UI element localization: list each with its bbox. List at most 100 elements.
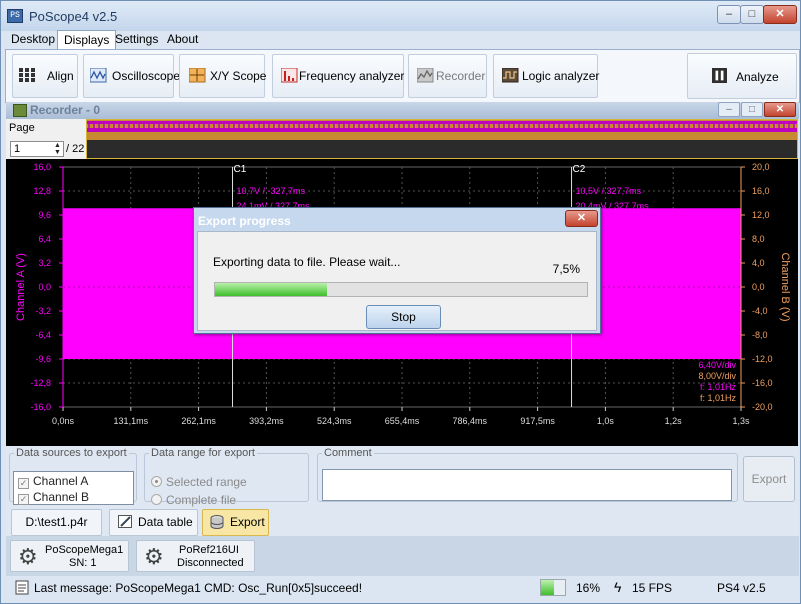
selected-range-radio[interactable]: Selected range [151, 475, 247, 491]
status-bar: Last message: PoScopeMega1 CMD: Osc_Run[… [6, 576, 799, 600]
recorder-minimize-button[interactable]: – [718, 102, 740, 117]
message-log-icon [15, 580, 29, 595]
recorder-restore-button[interactable]: □ [741, 102, 763, 117]
y-axis-title-left: Channel A (V) [15, 253, 27, 321]
frequency-analyzer-icon [281, 68, 298, 83]
status-result: succeed! [314, 581, 363, 595]
x-tick-label: 917,5ms [520, 416, 555, 426]
x-tick-label: 1,2s [665, 416, 683, 426]
x-tick-label: 131,1ms [114, 416, 149, 426]
cpu-meter [540, 579, 566, 596]
complete-file-label: Complete file [166, 493, 237, 507]
logic-analyzer-icon [502, 68, 519, 83]
radio-icon [151, 494, 162, 505]
xy-scope-label: X/Y Scope [210, 69, 267, 83]
dialog-message: Exporting data to file. Please wait... [213, 255, 401, 269]
comment-title: Comment [324, 447, 372, 459]
export-tab-label: Export [230, 515, 265, 529]
checkmark-icon: ✓ [18, 494, 29, 505]
x-tick-label: 1,0s [597, 416, 615, 426]
y-tick-label-left: 9,6 [38, 210, 51, 220]
y-tick-label-right: -8,0 [752, 330, 768, 340]
align-button[interactable]: Align [12, 54, 78, 98]
cursor-readout-a: 10,7V / -327,7ms [237, 186, 306, 196]
oscilloscope-button[interactable]: Oscilloscope [83, 54, 180, 98]
recorder-button[interactable]: Recorder [408, 54, 487, 98]
comment-input[interactable] [322, 469, 732, 501]
close-button[interactable]: ✕ [763, 5, 797, 24]
oscilloscope-label: Oscilloscope [112, 69, 181, 83]
export-data-button[interactable]: Export [743, 456, 795, 502]
y-tick-label-left: 0,0 [38, 282, 51, 292]
data-sources-title: Data sources to export [16, 447, 127, 459]
recorder-title-bar[interactable]: Recorder - 0 – □ ✕ [6, 102, 799, 119]
stop-button[interactable]: Stop [366, 305, 441, 329]
device-name: PoScopeMega1 [45, 544, 124, 556]
record-overview-strip[interactable] [86, 119, 798, 159]
data-sources-group: Data sources to export ✓ Channel A ✓ Chann… [9, 447, 137, 505]
oscilloscope-icon [90, 68, 107, 83]
x-tick-label: 786,4ms [453, 416, 488, 426]
data-range-title: Data range for export [151, 447, 255, 459]
pause-icon [712, 68, 727, 83]
frequency-analyzer-label: Frequency analyzer [299, 69, 405, 83]
x-tick-label: 393,2ms [249, 416, 284, 426]
y-tick-label-right: 4,0 [752, 258, 765, 268]
page-spinner-arrows-icon[interactable]: ▲ ▼ [52, 142, 63, 156]
gear-icon: ⚙ [144, 544, 164, 569]
logic-analyzer-button[interactable]: Logic analyzer [493, 54, 599, 98]
y-tick-label-right: 20,0 [752, 162, 770, 172]
complete-file-radio[interactable]: Complete file [151, 493, 236, 509]
data-sources-list: ✓ Channel A ✓ Channel B [13, 471, 134, 505]
overview-band-lower [87, 140, 797, 158]
comment-group: Comment [317, 447, 738, 502]
recorder-window-icon [13, 104, 27, 117]
xy-scope-button[interactable]: X/Y Scope [179, 54, 267, 98]
cpu-percent: 16% [576, 581, 601, 595]
cursor-label: C1 [234, 164, 247, 175]
y-tick-label-right: 0,0 [752, 282, 765, 292]
data-table-label: Data table [138, 515, 193, 529]
version-label: PS4 v2.5 [717, 581, 766, 595]
export-tab[interactable]: Export [202, 509, 269, 536]
menu-desktop[interactable]: Desktop [5, 30, 61, 50]
toolbar: Align Oscilloscope X/Y Scope Frequency a… [5, 49, 800, 103]
y-tick-label-left: 6,4 [38, 234, 51, 244]
scale-info: 8,00V/div [698, 371, 736, 381]
table-edit-icon [118, 515, 132, 528]
y-tick-label-left: -12,8 [30, 378, 51, 388]
lightning-icon: ϟ [614, 579, 622, 595]
file-tab[interactable]: D:\test1.p4r [11, 509, 102, 536]
x-tick-label: 1,3s [732, 416, 750, 426]
device-name: PoRef216UI [179, 544, 239, 556]
title-bar[interactable]: PS PoScope4 v2.5 – □ ✕ [1, 1, 800, 31]
analyze-button[interactable]: Analyze [687, 53, 797, 99]
dialog-body: Exporting data to file. Please wait... 7… [197, 231, 597, 331]
page-panel: Page 1 ▲ ▼ / 22 [6, 119, 86, 159]
overview-band-a-top [87, 121, 797, 124]
database-icon [210, 515, 224, 529]
menu-about[interactable]: About [161, 30, 204, 50]
align-label: Align [47, 69, 74, 83]
menu-settings[interactable]: Settings [109, 30, 164, 50]
data-table-tab[interactable]: Data table [109, 509, 198, 536]
channel-a-checkbox[interactable]: ✓ Channel A [18, 474, 88, 490]
recorder-icon [417, 68, 434, 83]
recorder-close-button[interactable]: ✕ [764, 102, 796, 117]
frequency-analyzer-button[interactable]: Frequency analyzer [272, 54, 404, 98]
minimize-button[interactable]: – [717, 5, 741, 24]
device-poref216ui[interactable]: ⚙ PoRef216UI Disconnected [136, 540, 255, 572]
maximize-button[interactable]: □ [740, 5, 764, 24]
data-range-group: Data range for export Selected range Com… [144, 447, 309, 507]
dialog-close-button[interactable]: ✕ [565, 210, 598, 227]
device-poscopemega1[interactable]: ⚙ PoScopeMega1 SN: 1 [10, 540, 129, 572]
y-tick-label-left: -3,2 [35, 306, 51, 316]
channel-b-checkbox[interactable]: ✓ Channel B [18, 490, 89, 506]
page-total: / 22 [66, 143, 85, 155]
y-tick-label-right: -20,0 [752, 402, 773, 412]
menu-displays[interactable]: Displays [57, 30, 117, 50]
x-tick-label: 0,0ns [52, 416, 75, 426]
dialog-title: Export progress [198, 214, 291, 228]
fps-readout: 15 FPS [632, 581, 673, 595]
export-progress-bar [214, 282, 588, 297]
